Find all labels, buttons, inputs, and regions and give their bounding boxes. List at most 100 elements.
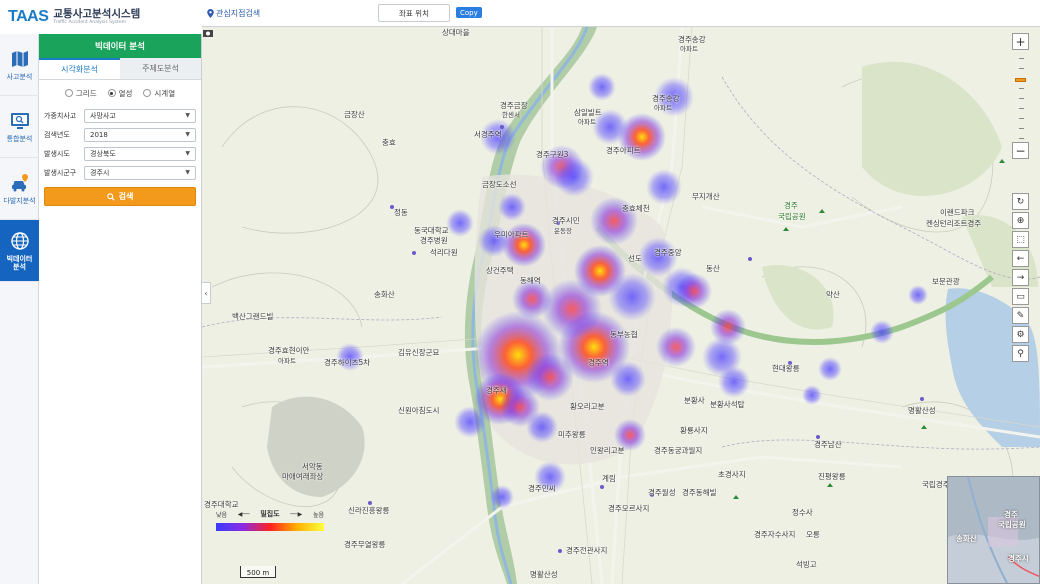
search-icon [106,192,115,201]
map-label: 약산 [826,290,840,299]
panel-tabs: 시각화분석 주제도분석 [39,58,201,80]
zoom-slider[interactable] [1012,50,1029,142]
select-value: 사망사고 [90,111,116,120]
map-label: 경주 [784,201,798,210]
camera-icon[interactable] [202,27,214,39]
radio-heat[interactable]: 열성 [107,88,132,99]
city-select[interactable]: 경주시 ▼ [84,165,196,180]
radio-dot [143,89,152,97]
location-pin-icon [207,9,214,18]
locate-button[interactable]: ⊕ [1012,212,1029,229]
map-label: 선도 [628,254,642,263]
magnifier-monitor-icon [10,112,29,129]
tab-thematic[interactable]: 주제도분석 [120,58,201,79]
tab-visualization[interactable]: 시각화분석 [39,58,120,79]
map-label: 신라진흥왕릉 [348,506,390,515]
map-label: 금장산 [344,110,365,119]
poi-search-label: 관심지점검색 [216,9,261,18]
map-label: 아파트 [654,104,672,112]
map-label: 경주민씨 [528,484,556,493]
map-label: 정동 [394,208,408,217]
map-label: 아파트 [578,118,596,126]
crosshair-icon: ⊕ [1016,215,1025,226]
measure-button[interactable]: ▭ [1012,288,1029,305]
globe-icon [10,231,29,250]
rail-items: 사고분석 통합분석 다발지분석 빅데이터 분석 [0,34,39,282]
overview-label: 경주시 [1008,554,1029,563]
bigdata-panel: 빅데이터 분석 시각화분석 주제도분석 그리드 열성 시계열 가중치사고 사망사… [39,34,202,584]
rail-item-hotspot-analysis[interactable]: 다발지분석 [0,158,39,220]
year-select[interactable]: 2018 ▼ [84,127,196,142]
map-label: 신원아침도시 [398,406,440,415]
app-title: 교통사고분석시스템 [53,7,141,20]
map-label: 경주전관사지 [566,546,608,555]
zoom-in-button[interactable]: + [1012,33,1029,50]
rail-item-integrated-analysis[interactable]: 통합분석 [0,96,39,158]
map-canvas[interactable]: 상대마을 경주송강 아파트 경주금장 한센서 삼일빌트 아파트 경주송강 아파트… [202,27,1040,584]
app-root: TAAS 교통사고분석시스템 Traffic Accident Analysis… [0,0,1040,584]
map-icon [11,50,28,67]
map-label: 초경사지 [718,470,746,479]
rail-item-label: 빅데이터 분석 [6,254,33,271]
poi-search-button[interactable]: 관심지점검색 [207,8,260,19]
rail-item-label: 통합분석 [6,134,33,143]
map-label: 국립공원 [778,212,806,221]
form-row-province: 발생시도 경상북도 ▼ [39,144,201,163]
arrow-left-icon: ← [1016,253,1025,264]
mode-radio-group: 그리드 열성 시계열 [39,80,201,106]
radio-grid[interactable]: 그리드 [64,88,97,99]
chevron-down-icon: ▼ [185,131,190,138]
zoom-tick [1019,118,1024,119]
legend-low-label: 낮음 [216,511,228,519]
forward-button[interactable]: → [1012,269,1029,286]
legend-arrow-left: ◀── [237,510,250,518]
search-map-button[interactable]: ⚲ [1012,345,1029,362]
refresh-button[interactable]: ↻ [1012,193,1029,210]
map-label: 아파트 [278,357,296,365]
chevron-down-icon: ▼ [185,112,190,119]
settings-button[interactable]: ⚙ [1012,326,1029,343]
map-label: 석빙고 [796,560,817,569]
field-label: 검색년도 [44,130,70,139]
rail-item-bigdata-analysis[interactable]: 빅데이터 분석 [0,220,39,282]
province-select[interactable]: 경상북도 ▼ [84,146,196,161]
zoom-out-button[interactable]: − [1012,142,1029,159]
map-label: 분황사석탑 [710,400,745,409]
map-label: 송화산 [374,290,395,299]
logo-text: 교통사고분석시스템 Traffic Accident Analysis Syst… [53,7,141,26]
overview-map[interactable]: 경주 국립공원 송화산 경주시 [947,476,1040,584]
map-label: 경주동해빌 [682,488,717,497]
collapse-panel-button[interactable]: ‹ [202,282,211,304]
draw-button[interactable]: ✎ [1012,307,1029,324]
map-label: 서경주역 [474,130,502,139]
scale-bar: 500 m [240,566,276,578]
dashed-square-icon: ⬚ [1016,234,1025,245]
map-label: 동해역 [520,276,541,285]
minus-icon: − [1015,143,1026,158]
rail-item-accident-analysis[interactable]: 사고분석 [0,34,39,96]
coordinate-input[interactable]: 좌표 위치 [378,4,450,22]
map-label: 현대왕릉 [772,364,800,373]
select-area-button[interactable]: ⬚ [1012,231,1029,248]
chevron-down-icon: ▼ [185,169,190,176]
app-logo[interactable]: TAAS 교통사고분석시스템 Traffic Accident Analysis… [0,0,202,34]
copy-button[interactable]: Copy [456,7,482,18]
map-label: 황오리고분 [570,402,605,411]
map-label: 우미아파트 [494,230,529,239]
zoom-slider-knob[interactable] [1015,78,1026,82]
map-label: 미추왕릉 [558,430,586,439]
form-row-city: 발생시군구 경주시 ▼ [39,163,201,182]
back-button[interactable]: ← [1012,250,1029,267]
legend-title: 밀집도 [260,510,280,518]
radio-label: 그리드 [75,88,97,98]
map-label: 계림 [602,474,616,483]
map-label: 백산그랜드빌 [232,312,274,321]
map-label: 아파트 [680,45,698,53]
radio-timeseries[interactable]: 시계열 [143,88,175,99]
map-topbar: 관심지점검색 좌표 위치 Copy [202,0,1040,27]
weight-select[interactable]: 사망사고 ▼ [84,108,196,123]
map-label: 한센서 [502,111,520,119]
field-label: 가중치사고 [44,111,77,120]
field-label: 발생시군구 [44,168,77,177]
search-button[interactable]: 검색 [44,187,196,206]
